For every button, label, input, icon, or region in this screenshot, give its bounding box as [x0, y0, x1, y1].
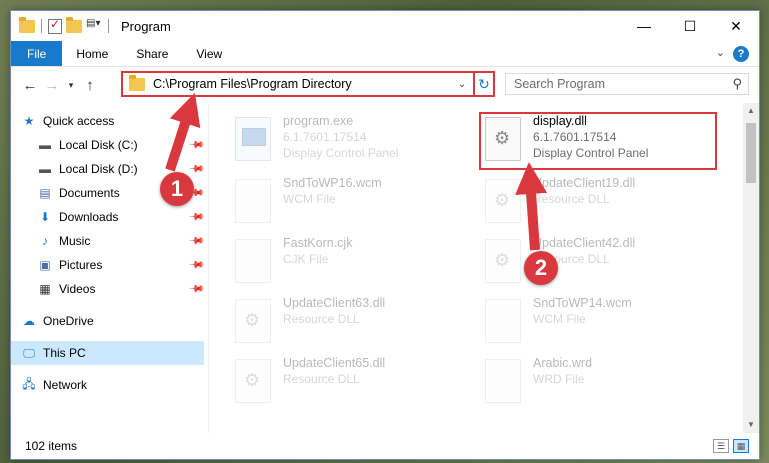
file-item-program-exe[interactable]: program.exe 6.1.7601.17514 Display Contr… [235, 113, 465, 169]
pictures-icon: ▣ [39, 258, 51, 272]
address-row: ← → ▾ ↑ C:\Program Files\Program Directo… [11, 67, 759, 103]
step-1-badge: 1 [160, 172, 194, 206]
nav-downloads[interactable]: ⬇ Downloads 📌 [11, 205, 208, 229]
file-item[interactable]: UpdateClient65.dll Resource DLL [235, 355, 465, 411]
music-icon: ♪ [42, 234, 48, 248]
drive-icon: ▬ [39, 138, 51, 152]
network-icon: 🖧 [22, 376, 36, 391]
nav-this-pc[interactable]: 🖵 This PC [11, 341, 204, 365]
file-list: program.exe 6.1.7601.17514 Display Contr… [209, 103, 759, 433]
item-count: 102 items [25, 439, 78, 453]
file-item[interactable]: UpdateClient63.dll Resource DLL [235, 295, 465, 351]
maximize-button[interactable]: ☐ [667, 11, 713, 41]
star-icon: ★ [23, 114, 35, 128]
quick-access-toolbar: ▤▾ [11, 16, 111, 34]
nav-pictures[interactable]: ▣ Pictures 📌 [11, 253, 208, 277]
documents-icon: ▤ [39, 186, 51, 200]
address-dropdown-chevron-icon[interactable]: ⌄ [453, 79, 471, 90]
pin-icon[interactable]: 📌 [187, 161, 204, 178]
status-bar: 102 items ☰ ▦ [11, 433, 759, 459]
navigation-pane: ★ Quick access ▬ Local Disk (C:) 📌 ▬ Loc… [11, 103, 209, 433]
explorer-body: ★ Quick access ▬ Local Disk (C:) 📌 ▬ Loc… [11, 103, 759, 433]
tab-home[interactable]: Home [62, 41, 122, 66]
dll-file-icon [485, 179, 521, 223]
window-title: Program [121, 18, 171, 34]
file-item[interactable]: UpdateClient19.dll Resource DLL [485, 175, 715, 231]
scroll-down-icon[interactable]: ▼ [743, 417, 759, 433]
forward-arrow-icon[interactable]: → [41, 77, 63, 94]
exe-file-icon [235, 117, 271, 161]
address-bar[interactable]: C:\Program Files\Program Directory ⌄ [121, 71, 495, 97]
refresh-button[interactable]: ↻ [473, 71, 495, 97]
step-2-badge: 2 [524, 251, 558, 285]
explorer-window: ▤▾ Program — ☐ ✕ File Home Share View ⌄ … [10, 10, 760, 460]
file-item[interactable]: SndToWP16.wcm WCM File [235, 175, 465, 231]
display-dll-highlight [479, 112, 717, 170]
expand-ribbon-chevron-icon[interactable]: ⌄ [716, 46, 725, 59]
refresh-icon: ↻ [478, 75, 490, 92]
ribbon-tabs: File Home Share View ⌄ ? [11, 41, 759, 67]
minimize-button[interactable]: — [621, 11, 667, 41]
pin-icon[interactable]: 📌 [187, 233, 204, 250]
properties-icon[interactable] [48, 17, 62, 34]
file-icon [485, 299, 521, 343]
dll-file-icon [235, 359, 271, 403]
tab-view[interactable]: View [182, 41, 236, 66]
nav-onedrive[interactable]: ☁ OneDrive [11, 309, 208, 333]
tiles-view-icon[interactable]: ▦ [733, 439, 749, 453]
cloud-icon: ☁ [23, 314, 35, 328]
pin-icon[interactable]: 📌 [187, 257, 204, 274]
tab-file[interactable]: File [11, 41, 63, 66]
address-path[interactable]: C:\Program Files\Program Directory [153, 77, 453, 91]
file-item[interactable]: Arabic.wrd WRD File [485, 355, 715, 411]
dll-file-icon [235, 299, 271, 343]
close-button[interactable]: ✕ [713, 11, 759, 41]
nav-videos[interactable]: ▦ Videos 📌 [11, 277, 208, 301]
customize-toolbar-icon[interactable]: ▤▾ [86, 18, 102, 34]
search-icon[interactable]: ⚲ [732, 76, 742, 92]
new-folder-icon[interactable] [66, 16, 82, 33]
scroll-thumb[interactable] [746, 123, 756, 183]
scroll-up-icon[interactable]: ▲ [743, 103, 759, 119]
search-placeholder: Search Program [514, 77, 606, 91]
file-item[interactable]: UpdateClient42.dll Resource DLL [485, 235, 715, 291]
nav-network[interactable]: 🖧 Network [11, 373, 208, 397]
nav-quick-access[interactable]: ★ Quick access [11, 109, 208, 133]
nav-local-disk-c[interactable]: ▬ Local Disk (C:) 📌 [11, 133, 208, 157]
folder-icon [19, 16, 35, 33]
folder-icon [129, 74, 145, 91]
download-icon: ⬇ [39, 210, 51, 224]
file-icon [235, 179, 271, 223]
file-item[interactable]: SndToWP14.wcm WCM File [485, 295, 715, 351]
up-arrow-icon[interactable]: ↑ [79, 77, 101, 94]
pin-icon[interactable]: 📌 [187, 209, 204, 226]
computer-icon: 🖵 [23, 345, 35, 360]
help-icon[interactable]: ? [733, 46, 749, 62]
file-icon [235, 239, 271, 283]
nav-music[interactable]: ♪ Music 📌 [11, 229, 208, 253]
tab-share[interactable]: Share [122, 41, 182, 66]
recent-locations-chevron-icon[interactable]: ▾ [63, 80, 79, 91]
file-item[interactable]: FastKorn.cjk CJK File [235, 235, 465, 291]
search-input[interactable]: Search Program ⚲ [505, 73, 749, 95]
title-bar: ▤▾ Program — ☐ ✕ [11, 11, 759, 41]
dll-file-icon [485, 239, 521, 283]
pin-icon[interactable]: 📌 [187, 281, 204, 298]
drive-icon: ▬ [39, 162, 51, 176]
videos-icon: ▦ [39, 282, 51, 296]
back-arrow-icon[interactable]: ← [19, 77, 41, 94]
vertical-scrollbar[interactable]: ▲ ▼ [743, 103, 759, 433]
file-icon [485, 359, 521, 403]
pin-icon[interactable]: 📌 [187, 137, 204, 154]
details-view-icon[interactable]: ☰ [713, 439, 729, 453]
